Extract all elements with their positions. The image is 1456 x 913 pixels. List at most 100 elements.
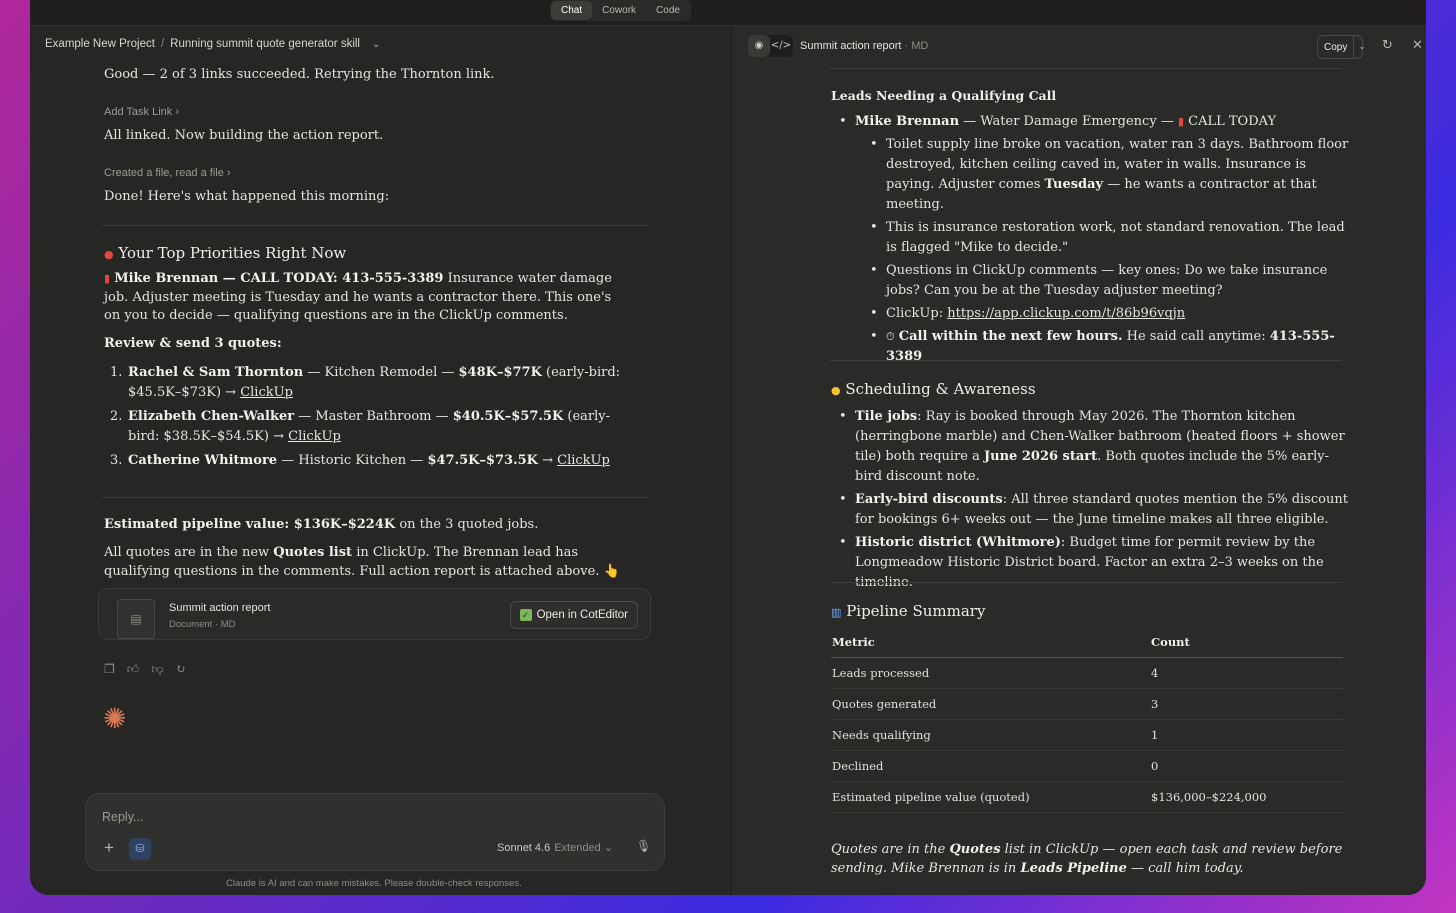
sched-bold: Historic district (Whitmore) [855,535,1061,550]
clickup-link[interactable]: ClickUp [240,385,293,400]
code-icon[interactable]: </> [770,35,792,57]
tool-call-label: Add Task Link [104,106,173,118]
artifact-title-text: Summit action report [800,40,902,52]
sched-bold: Tile jobs [855,409,918,424]
model-mode: Extended ⌄ [554,842,613,854]
tool-call-add-task-link[interactable]: Add Task Link › [104,106,179,118]
toolbox-icon[interactable]: ⛁ [129,838,151,860]
tab-code[interactable]: Code [646,1,690,20]
reply-box[interactable]: Reply... + ⛁ Sonnet 4.6 Extended ⌄ 🎙︎ [85,793,665,871]
tool-call-label: Created a file, read a file [104,167,224,179]
pipeline-paragraph: Estimated pipeline value: $136K–$224K on… [104,516,538,535]
brennan-call: Mike Brennan — CALL TODAY: 413-555-3389 [114,271,444,286]
siren-icon: ▮ [104,272,111,285]
list-item: This is insurance restoration work, not … [862,218,1351,258]
table-cell: Estimated pipeline value (quoted) [831,781,1150,813]
list-number: 2. [110,409,123,424]
refresh-icon[interactable]: ↻ [1382,38,1393,53]
priorities-heading-text: Your Top Priorities Right Now [118,244,347,262]
attachment-subtitle: Document · MD [169,619,236,630]
table-cell: Declined [831,750,1150,782]
retry-icon[interactable]: ↻ [176,662,186,677]
model-name: Sonnet 4.6 [497,842,551,854]
leads-list: Mike Brennan — Water Damage Emergency — … [831,112,1351,370]
breadcrumb-project[interactable]: Example New Project [45,38,155,50]
breadcrumb: Example New Project / Running summit quo… [45,38,380,50]
yellow-circle-icon: ● [831,384,841,397]
clickup-link[interactable]: ClickUp [557,453,610,468]
list-item: 2. Elizabeth Chen-Walker — Master Bathroo… [104,407,634,447]
list-number: 3. [110,453,123,468]
tool-call-created-file[interactable]: Created a file, read a file › [104,167,231,179]
table-row: Leads processed 4 [831,657,1343,689]
open-in-coteditor-button[interactable]: ✓ Open in CotEditor [509,601,638,629]
lead-type: — Water Damage Emergency — [959,114,1178,129]
thumbs-up-icon[interactable]: 👍︎ [127,662,140,677]
list-item: Mike Brennan — Water Damage Emergency — … [831,112,1351,132]
claude-spark-icon: ✺ [103,702,127,735]
quote-range: $48K–$77K [458,365,542,380]
scheduling-heading: ● Scheduling & Awareness [831,380,1036,398]
pipeline-table: Metric Count Leads processed 4 Quotes gene… [831,629,1343,813]
detail-text: This is insurance restoration work, not … [886,220,1345,255]
microphone-icon[interactable]: 🎙︎ [636,839,651,853]
tab-cowork[interactable]: Cowork [592,1,646,20]
quote-range: $47.5K–$73.5K [427,453,538,468]
view-toggle: ◉ </> [748,35,793,57]
table-cell: 1 [1150,719,1343,751]
detail-text: Questions in ClickUp comments — key ones… [886,263,1328,298]
mode-switcher: Chat Cowork Code [550,0,691,21]
lead-details: Toilet supply line broke on vacation, wa… [831,135,1351,367]
lead-call: CALL TODAY [1184,114,1277,129]
red-circle-icon: ● [104,248,114,261]
copy-button[interactable]: Copy [1318,36,1355,58]
closing-bold: Leads Pipeline [1020,861,1127,876]
table-cell: 3 [1150,688,1343,720]
plus-icon[interactable]: + [104,838,114,858]
bar-chart-icon: ▥ [831,606,842,619]
pipeline-value: Estimated pipeline value: $136K–$224K [104,517,396,532]
call-text: He said call anytime: [1122,329,1270,344]
table-cell: 4 [1150,657,1343,689]
sched-bold: Early-bird discounts [855,492,1003,507]
quote-project: — Historic Kitchen — [277,453,428,468]
quote-early: → [537,453,558,468]
table-cell: Quotes generated [831,688,1150,720]
clickup-link[interactable]: ClickUp [288,429,341,444]
quote-client: Rachel & Sam Thornton [128,365,304,380]
clickup-label: ClickUp: [886,306,948,321]
breadcrumb-task[interactable]: Running summit quote generator skill [170,38,360,50]
quote-client: Elizabeth Chen-Walker [128,409,295,424]
clickup-url-link[interactable]: https://app.clickup.com/t/86b96vqjn [947,306,1185,321]
brennan-paragraph: ▮ Mike Brennan — CALL TODAY: 413-555-338… [104,270,624,326]
column-header: Count [1150,629,1343,658]
detail-bold: Tuesday [1044,177,1104,192]
chevron-down-icon[interactable]: ⌄ [372,39,380,50]
close-icon[interactable]: ✕ [1412,38,1423,53]
review-label: Review & send 3 quotes: [104,335,282,354]
closing-note: Quotes are in the Quotes list in ClickUp… [831,840,1351,878]
copy-button-group: Copy ⌄ [1317,35,1366,59]
eye-icon[interactable]: ◉ [748,35,770,57]
chevron-right-icon: › [226,167,231,179]
quotes-list: 1. Rachel & Sam Thornton — Kitchen Remode… [104,363,634,475]
attachment-title: Summit action report [169,602,271,614]
thumbs-down-icon[interactable]: 👎︎ [151,662,163,677]
chevron-down-icon[interactable]: ⌄ [1354,36,1370,58]
artifact-header: ◉ </> Summit action report · MD Copy ⌄ ↻ … [732,26,1426,66]
table-cell: 0 [1150,750,1343,782]
attachment-card[interactable]: ▤ Summit action report Document · MD ✓ Op… [98,588,651,640]
list-item: Questions in ClickUp comments — key ones… [862,261,1351,301]
table-cell: Leads processed [831,657,1150,689]
reply-input[interactable]: Reply... [102,810,143,824]
artifact-title: Summit action report · MD [800,40,928,52]
list-item: Historic district (Whitmore): Budget tim… [831,533,1351,593]
artifact-format: · MD [901,40,929,52]
pipeline-heading-text: Pipeline Summary [846,602,986,620]
tab-chat[interactable]: Chat [551,1,593,20]
divider [102,225,647,226]
message-actions: ❐ 👍︎ 👎︎ ↻ [104,662,186,677]
copy-icon[interactable]: ❐ [104,662,115,677]
model-selector[interactable]: Sonnet 4.6 Extended ⌄ [497,841,613,854]
list-item: Toilet supply line broke on vacation, wa… [862,135,1351,215]
